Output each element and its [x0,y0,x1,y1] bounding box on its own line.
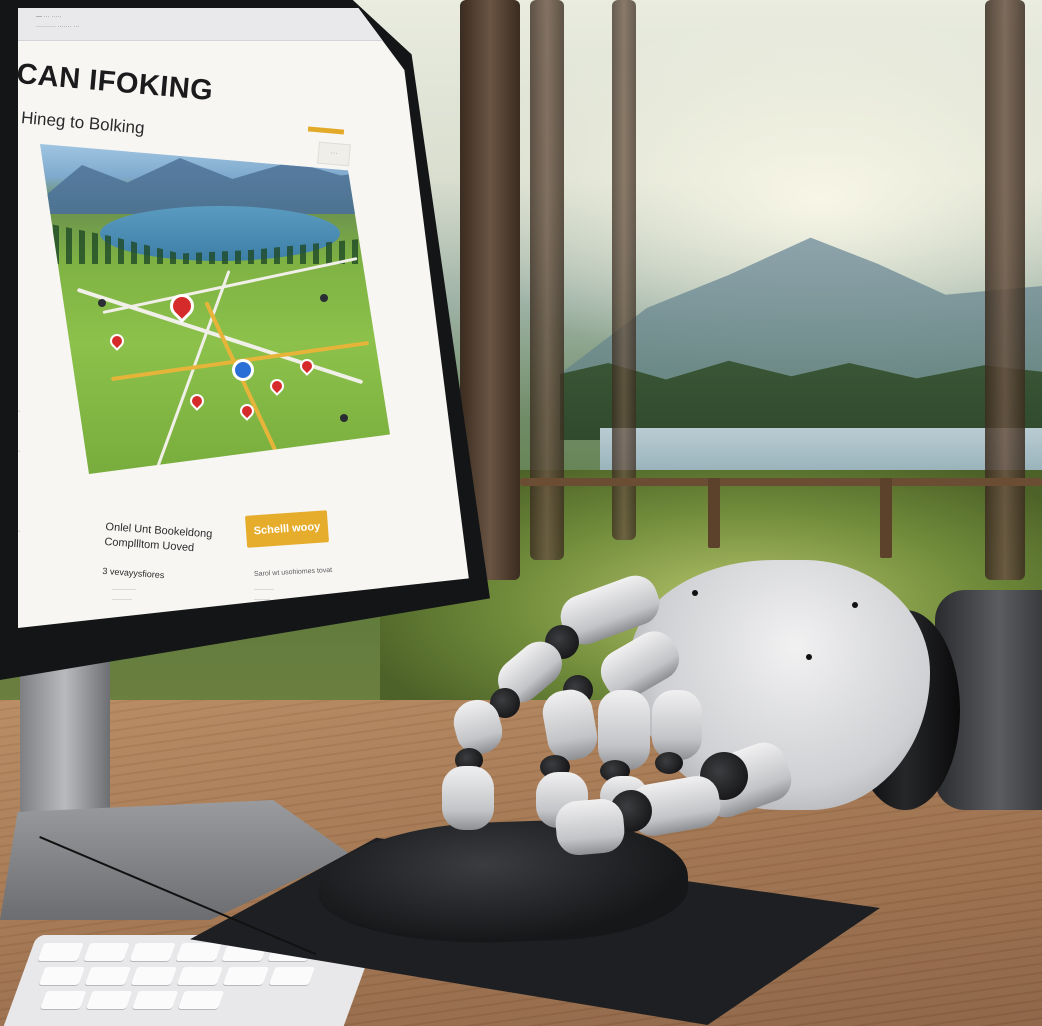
bolt-icon [692,590,698,596]
browser-tab[interactable]: — ··· ····· [36,14,61,20]
robot-thumb-tip [553,797,627,857]
map-road [102,257,358,314]
tree-trunk [985,0,1025,580]
monitor-stand [20,650,110,820]
sidebar-marker: · [18,408,21,415]
keyboard-key[interactable] [129,943,176,961]
sidebar-marker: · [18,528,21,535]
page-title: CAN IFOKING [18,58,215,108]
map-pin-icon[interactable] [107,331,127,351]
robot-finger-index-pad [442,766,494,830]
map-image[interactable] [40,144,390,474]
fence-rail [520,478,1042,486]
keyboard-key[interactable] [176,967,224,985]
robot-finger-pinky [652,690,702,760]
keyboard-key[interactable] [175,943,222,961]
side-widget[interactable]: ··· [317,141,351,167]
booking-summary: Onlel Unt Bookeldong Compllltom Uoved 3 … [102,520,213,586]
tree-trunk [530,0,564,560]
keyboard-key[interactable] [37,943,84,961]
target-marker-icon[interactable] [232,359,254,381]
map-pin-icon[interactable] [267,376,287,396]
accent-strip [307,126,345,135]
bolt-icon [806,654,812,660]
keyboard-key[interactable] [39,991,87,1009]
map-marker-icon[interactable] [320,294,328,302]
book-now-button[interactable]: Schelll wooy [244,510,330,548]
keyboard-key[interactable] [38,967,86,985]
tree-trunk [612,0,636,540]
fence-post [708,478,720,548]
detail-line: ·········· [254,587,274,593]
bolt-icon [852,602,858,608]
keyboard-key[interactable] [84,967,132,985]
detail-line: ·········· [112,597,132,603]
page-subtitle: Hineg to Bolking [20,108,146,138]
detail-line: ············ [112,587,136,593]
keyboard-key[interactable] [177,991,225,1009]
map-marker-icon[interactable] [340,414,348,422]
keyboard-key[interactable] [131,991,179,1009]
keyboard-key[interactable] [130,967,178,985]
search-options-heading: Sarol wt usohiomes tovat [253,566,333,579]
keyboard-key[interactable] [83,943,130,961]
sidebar-marker: · [18,448,21,455]
map-pin-icon[interactable] [187,391,207,411]
fence-post [880,478,892,558]
map-marker-icon[interactable] [98,299,106,307]
keyboard-key[interactable] [85,991,133,1009]
keyboard-key[interactable] [268,967,316,985]
keyboard-key[interactable] [222,967,270,985]
photo-scene: — ··· ····· ·········· ······· ··· CAN I… [0,0,1042,1026]
address-bar[interactable]: ·········· ······· ··· [36,24,79,30]
robot-finger-ring [598,690,650,770]
robot-knuckle [655,752,683,774]
